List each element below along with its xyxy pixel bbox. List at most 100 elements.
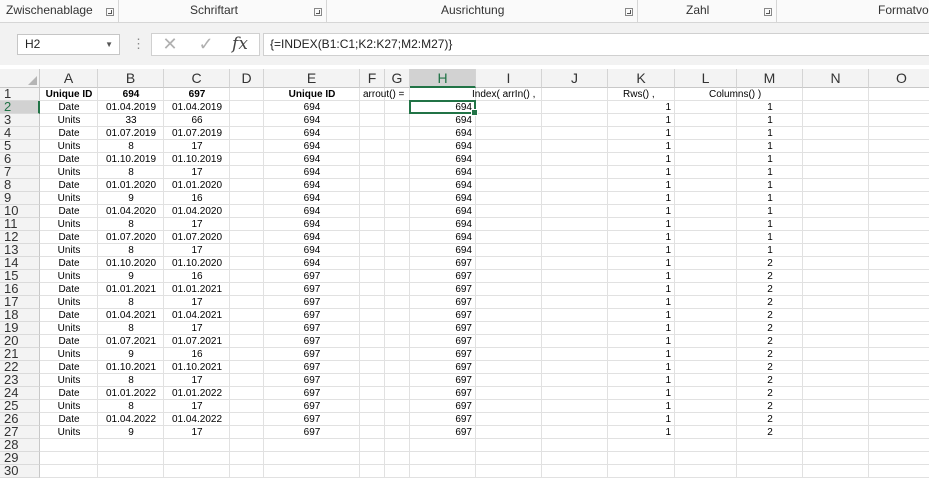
cell-m4[interactable]: 1	[737, 127, 803, 140]
cell-e27[interactable]: 697	[264, 426, 360, 439]
cell-h26[interactable]: 697	[410, 413, 476, 426]
cell-m14[interactable]: 2	[737, 257, 803, 270]
cell-m6[interactable]: 1	[737, 153, 803, 166]
cell-e11[interactable]: 694	[264, 218, 360, 231]
cell-c9[interactable]: 16	[164, 192, 230, 205]
cell-b26[interactable]: 01.04.2022	[98, 413, 164, 426]
cell-a7[interactable]: Units	[40, 166, 98, 179]
cell-m9[interactable]: 1	[737, 192, 803, 205]
cell-c6[interactable]: 01.10.2019	[164, 153, 230, 166]
cell-k23[interactable]: 1	[608, 374, 675, 387]
cell-c10[interactable]: 01.04.2020	[164, 205, 230, 218]
formula-input[interactable]: {=INDEX(B1:C1;K2:K27;M2:M27)}	[263, 33, 929, 56]
cell-h17[interactable]: 697	[410, 296, 476, 309]
cell-m20[interactable]: 2	[737, 335, 803, 348]
cell-c13[interactable]: 17	[164, 244, 230, 257]
column-header-a[interactable]: A	[40, 69, 98, 88]
cell-c27[interactable]: 17	[164, 426, 230, 439]
cell-k2[interactable]: 1	[608, 101, 675, 114]
cell-a14[interactable]: Date	[40, 257, 98, 270]
cell-m24[interactable]: 2	[737, 387, 803, 400]
header-cell-c[interactable]: 697	[164, 88, 230, 101]
column-header-i[interactable]: I	[476, 69, 542, 88]
cell-c18[interactable]: 01.04.2021	[164, 309, 230, 322]
cell-b24[interactable]: 01.01.2022	[98, 387, 164, 400]
header-cell-k[interactable]: Rws() ,	[620, 88, 687, 101]
cell-k26[interactable]: 1	[608, 413, 675, 426]
cell-h18[interactable]: 697	[410, 309, 476, 322]
cell-m22[interactable]: 2	[737, 361, 803, 374]
cell-h9[interactable]: 694	[410, 192, 476, 205]
cell-m18[interactable]: 2	[737, 309, 803, 322]
cell-a6[interactable]: Date	[40, 153, 98, 166]
cell-h8[interactable]: 694	[410, 179, 476, 192]
column-header-m[interactable]: M	[737, 69, 803, 88]
cell-h3[interactable]: 694	[410, 114, 476, 127]
cell-h14[interactable]: 697	[410, 257, 476, 270]
cell-b25[interactable]: 8	[98, 400, 164, 413]
insert-function-icon[interactable]: fx	[226, 34, 254, 55]
cell-k6[interactable]: 1	[608, 153, 675, 166]
cell-h4[interactable]: 694	[410, 127, 476, 140]
cell-b16[interactable]: 01.01.2021	[98, 283, 164, 296]
cell-m5[interactable]: 1	[737, 140, 803, 153]
cell-c4[interactable]: 01.07.2019	[164, 127, 230, 140]
cell-b6[interactable]: 01.10.2019	[98, 153, 164, 166]
cell-b2[interactable]: 01.04.2019	[98, 101, 164, 114]
header-cell-i[interactable]: Index( arrIn() ,	[469, 88, 535, 101]
cell-e22[interactable]: 697	[264, 361, 360, 374]
cell-e20[interactable]: 697	[264, 335, 360, 348]
cell-e18[interactable]: 697	[264, 309, 360, 322]
cell-m3[interactable]: 1	[737, 114, 803, 127]
cell-a17[interactable]: Units	[40, 296, 98, 309]
cell-m23[interactable]: 2	[737, 374, 803, 387]
cell-e15[interactable]: 697	[264, 270, 360, 283]
cell-h15[interactable]: 697	[410, 270, 476, 283]
cell-a10[interactable]: Date	[40, 205, 98, 218]
cell-c8[interactable]: 01.01.2020	[164, 179, 230, 192]
cell-b7[interactable]: 8	[98, 166, 164, 179]
column-header-d[interactable]: D	[230, 69, 264, 88]
column-header-c[interactable]: C	[164, 69, 230, 88]
cell-k7[interactable]: 1	[608, 166, 675, 179]
cell-h21[interactable]: 697	[410, 348, 476, 361]
cell-k19[interactable]: 1	[608, 322, 675, 335]
cell-b21[interactable]: 9	[98, 348, 164, 361]
cell-e25[interactable]: 697	[264, 400, 360, 413]
cell-c14[interactable]: 01.10.2020	[164, 257, 230, 270]
cell-a18[interactable]: Date	[40, 309, 98, 322]
cell-e3[interactable]: 694	[264, 114, 360, 127]
cell-k20[interactable]: 1	[608, 335, 675, 348]
header-cell-a[interactable]: Unique ID	[40, 88, 98, 101]
column-header-b[interactable]: B	[98, 69, 164, 88]
cell-b5[interactable]: 8	[98, 140, 164, 153]
header-cell-m[interactable]: Columns() )	[706, 88, 772, 101]
cell-a22[interactable]: Date	[40, 361, 98, 374]
cell-m7[interactable]: 1	[737, 166, 803, 179]
cell-e9[interactable]: 694	[264, 192, 360, 205]
cell-a9[interactable]: Units	[40, 192, 98, 205]
cell-c17[interactable]: 17	[164, 296, 230, 309]
cell-k15[interactable]: 1	[608, 270, 675, 283]
cell-c16[interactable]: 01.01.2021	[164, 283, 230, 296]
cell-e5[interactable]: 694	[264, 140, 360, 153]
column-header-g[interactable]: G	[385, 69, 410, 88]
cell-k8[interactable]: 1	[608, 179, 675, 192]
cell-m16[interactable]: 2	[737, 283, 803, 296]
cell-e10[interactable]: 694	[264, 205, 360, 218]
cell-a3[interactable]: Units	[40, 114, 98, 127]
cell-k27[interactable]: 1	[608, 426, 675, 439]
cell-m26[interactable]: 2	[737, 413, 803, 426]
cell-c5[interactable]: 17	[164, 140, 230, 153]
cell-h7[interactable]: 694	[410, 166, 476, 179]
cell-a13[interactable]: Units	[40, 244, 98, 257]
cell-m8[interactable]: 1	[737, 179, 803, 192]
cell-c3[interactable]: 66	[164, 114, 230, 127]
cell-h23[interactable]: 697	[410, 374, 476, 387]
column-header-h[interactable]: H	[410, 69, 476, 88]
cell-a26[interactable]: Date	[40, 413, 98, 426]
cell-a24[interactable]: Date	[40, 387, 98, 400]
cell-k25[interactable]: 1	[608, 400, 675, 413]
cell-k4[interactable]: 1	[608, 127, 675, 140]
vertical-dots-icon[interactable]: ⋮	[132, 34, 145, 54]
